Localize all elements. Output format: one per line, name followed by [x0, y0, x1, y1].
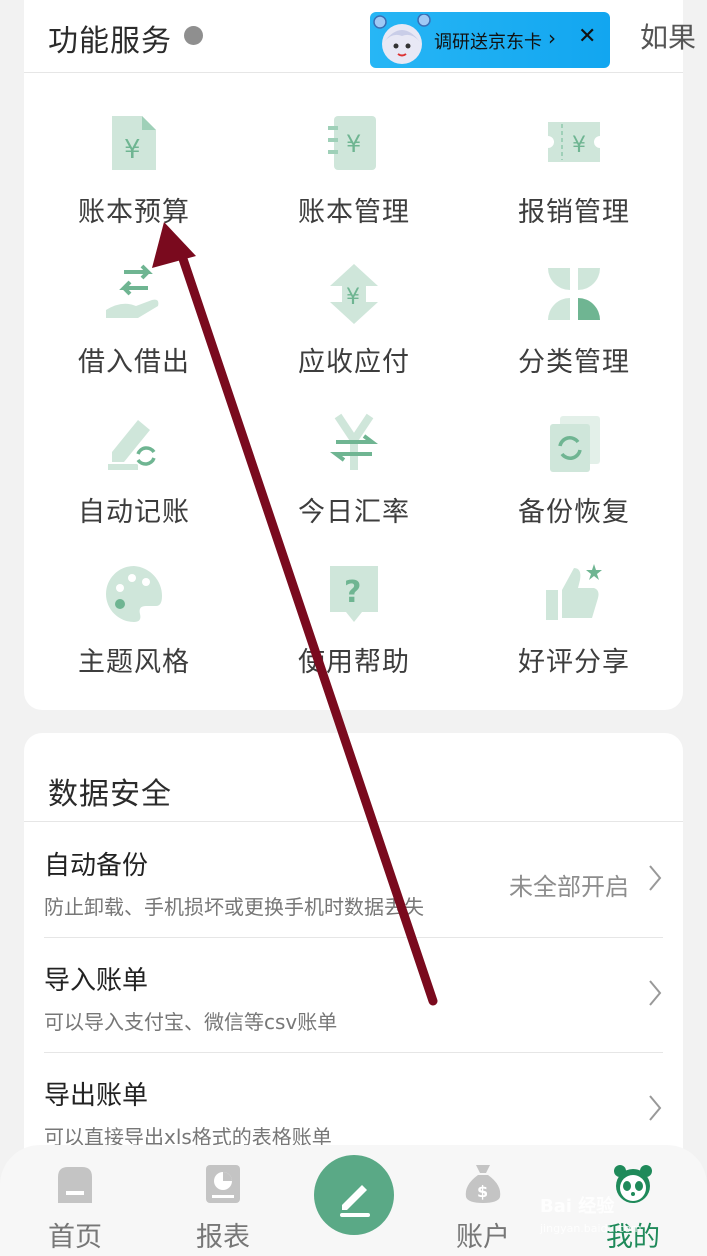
grid-item-theme[interactable]: 主题风格: [24, 562, 244, 712]
promo-text: 调研送京东卡: [434, 32, 542, 53]
close-icon[interactable]: ✕: [578, 24, 596, 49]
svg-text:$: $: [477, 1182, 488, 1201]
report-icon: [206, 1165, 240, 1203]
thumbs-up-icon: [546, 564, 602, 620]
baidu-watermark-url: jingyan.baidu.com: [540, 1222, 642, 1235]
grid-item-reimburse[interactable]: ¥ 报销管理: [464, 112, 684, 262]
row-subtitle: 可以导入支付宝、微信等csv账单: [44, 1010, 338, 1034]
grid-item-lend[interactable]: 借入借出: [24, 262, 244, 412]
grid-item-label: 好评分享: [518, 647, 630, 678]
tab-report[interactable]: 报表: [168, 1163, 278, 1253]
list-item-import-bill[interactable]: 导入账单 可以导入支付宝、微信等csv账单: [24, 938, 683, 1052]
grid-item-label: 使用帮助: [298, 647, 410, 678]
row-subtitle: 防止卸载、手机损坏或更换手机时数据丢失: [44, 895, 424, 919]
list-item-auto-backup[interactable]: 自动备份 防止卸载、手机损坏或更换手机时数据丢失 未全部开启: [24, 823, 683, 937]
grid-item-ledger[interactable]: ¥ 账本管理: [244, 112, 464, 262]
category-icon: [548, 268, 600, 320]
grid-item-category[interactable]: 分类管理: [464, 262, 684, 412]
notification-dot: [184, 26, 203, 45]
grid-item-label: 账本预算: [78, 197, 190, 228]
row-status: 未全部开启: [509, 873, 629, 901]
grid-item-budget[interactable]: ¥ 账本预算: [24, 112, 244, 262]
auto-record-icon: [108, 420, 158, 470]
grid-item-label: 借入借出: [78, 347, 190, 378]
data-security-title: 数据安全: [48, 777, 172, 812]
panda-icon: [614, 1165, 652, 1203]
svg-text:¥: ¥: [572, 133, 586, 158]
grid-item-label: 应收应付: [298, 347, 410, 378]
svg-text:¥: ¥: [346, 285, 360, 310]
grid-item-label: 主题风格: [78, 647, 190, 678]
home-icon: [58, 1167, 92, 1203]
reimburse-icon: ¥: [548, 122, 600, 162]
baidu-watermark: Bai 经验: [540, 1196, 615, 1217]
chevron-right-icon: [649, 980, 662, 1006]
grid-item-label: 账本管理: [298, 197, 410, 228]
grid-item-help[interactable]: ? 使用帮助: [244, 562, 464, 712]
tab-label: 首页: [48, 1222, 102, 1253]
row-title: 导出账单: [44, 1081, 149, 1111]
money-bag-icon: $: [465, 1165, 501, 1203]
help-icon: ?: [330, 566, 378, 622]
grid-item-backup[interactable]: 备份恢复: [464, 412, 684, 562]
add-record-button[interactable]: [314, 1155, 394, 1235]
backup-icon: [550, 416, 600, 472]
grid-item-label: 自动记账: [78, 497, 190, 528]
svg-text:?: ?: [344, 575, 361, 610]
divider: [24, 72, 683, 73]
grid-item-rate-share[interactable]: 好评分享: [464, 562, 684, 712]
chevron-right-icon: [649, 1095, 662, 1121]
overflow-text: 如果: [640, 21, 697, 54]
tab-label: 账户: [456, 1222, 510, 1253]
receivable-icon: ¥: [330, 264, 378, 324]
grid-item-label: 今日汇率: [298, 497, 410, 528]
tab-home[interactable]: 首页: [20, 1163, 130, 1253]
grid-item-exchange-rate[interactable]: 今日汇率: [244, 412, 464, 562]
palette-icon: [106, 566, 163, 622]
grid-item-label: 备份恢复: [518, 497, 630, 528]
svg-text:¥: ¥: [124, 135, 141, 165]
tab-label: 报表: [196, 1222, 250, 1253]
svg-text:¥: ¥: [346, 130, 361, 158]
pencil-icon: [340, 1185, 370, 1217]
divider: [24, 821, 683, 822]
row-title: 导入账单: [44, 966, 149, 996]
tab-account[interactable]: $ 账户: [428, 1163, 538, 1253]
chevron-right-icon: [649, 865, 662, 891]
grid-item-label: 分类管理: [518, 347, 630, 378]
grid-item-label: 报销管理: [518, 197, 630, 228]
lend-icon: [106, 264, 159, 318]
ledger-icon: ¥: [328, 116, 376, 170]
chibi-avatar-icon: [373, 14, 431, 64]
row-title: 自动备份: [44, 851, 149, 881]
grid-item-auto-record[interactable]: 自动记账: [24, 412, 244, 562]
budget-icon: ¥: [112, 116, 156, 170]
function-services-title: 功能服务: [48, 24, 172, 59]
exchange-rate-icon: [330, 413, 378, 470]
grid-item-receivable[interactable]: ¥ 应收应付: [244, 262, 464, 412]
chevron-right-icon: ›: [548, 26, 556, 50]
